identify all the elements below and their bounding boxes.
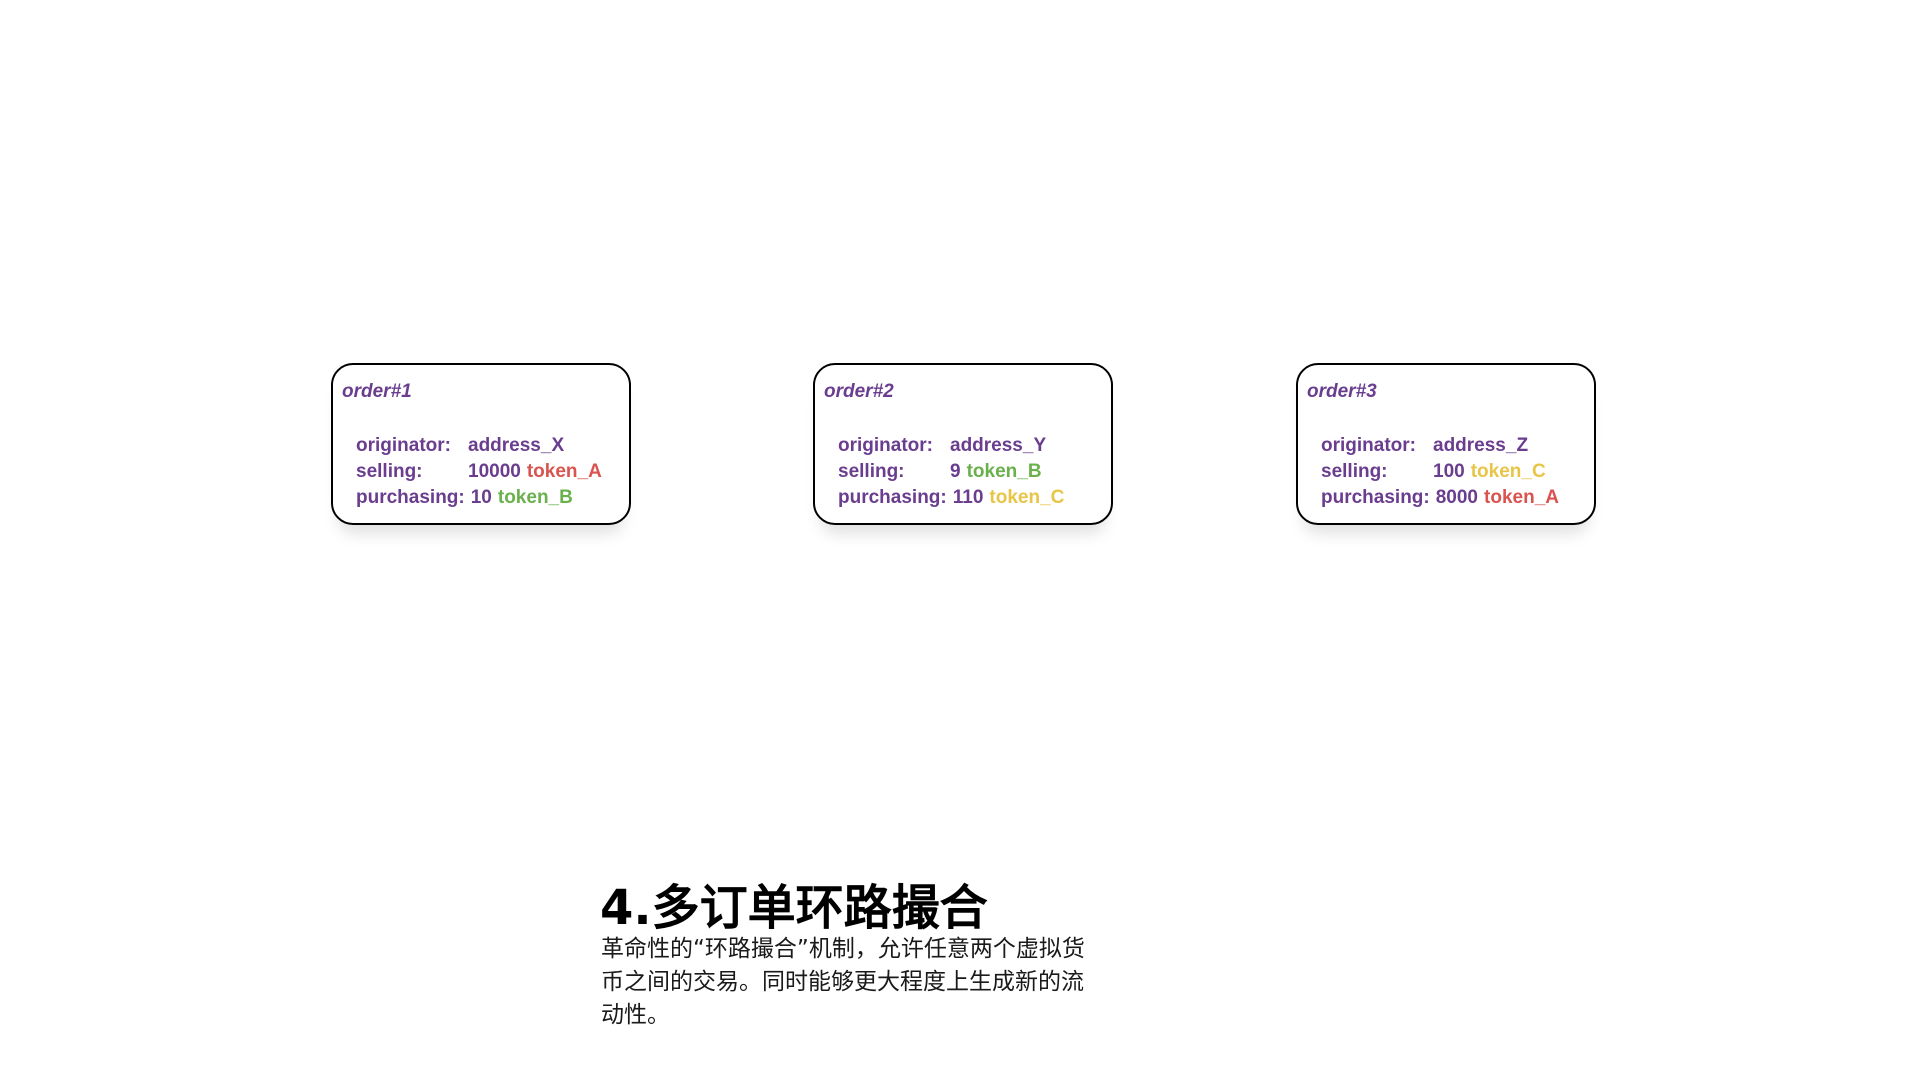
selling-label: selling:	[356, 461, 423, 482]
selling-label: selling:	[1321, 461, 1388, 482]
selling-row: selling: 10000 token_A	[356, 459, 602, 485]
originator-value: address_Y	[950, 435, 1047, 456]
originator-row: originator: address_X	[356, 433, 602, 459]
selling-token: token_B	[966, 461, 1042, 482]
purchasing-amount: 10	[470, 487, 492, 508]
purchasing-row: purchasing: 110 token_C	[838, 485, 1064, 511]
originator-label: originator:	[356, 435, 451, 456]
selling-label: selling:	[838, 461, 905, 482]
originator-value: address_Z	[1433, 435, 1529, 456]
selling-token: token_A	[526, 461, 602, 482]
order-title: order#1	[342, 381, 412, 402]
originator-row: originator: address_Y	[838, 433, 1064, 459]
purchasing-label: purchasing:	[1321, 487, 1430, 508]
selling-row: selling: 100 token_C	[1321, 459, 1559, 485]
order-fields: originator: address_Y selling: 9 token_B…	[838, 433, 1064, 511]
purchasing-token: token_A	[1484, 487, 1559, 508]
originator-label: originator:	[1321, 435, 1416, 456]
order-fields: originator: address_X selling: 10000 tok…	[356, 433, 602, 511]
order-fields: originator: address_Z selling: 100 token…	[1321, 433, 1559, 511]
purchasing-label: purchasing:	[838, 487, 947, 508]
originator-label: originator:	[838, 435, 933, 456]
purchasing-amount: 8000	[1435, 487, 1479, 508]
purchasing-row: purchasing: 8000 token_A	[1321, 485, 1559, 511]
section-description: 革命性的“环路撮合”机制，允许任意两个虚拟货币之间的交易。同时能够更大程度上生成…	[601, 936, 1085, 1028]
originator-row: originator: address_Z	[1321, 433, 1559, 459]
purchasing-token: token_B	[497, 487, 573, 508]
selling-token: token_C	[1470, 461, 1546, 482]
purchasing-label: purchasing:	[356, 487, 465, 508]
purchasing-row: purchasing: 10 token_B	[356, 485, 602, 511]
order-title: order#3	[1307, 381, 1377, 402]
selling-amount: 9	[950, 461, 961, 482]
order-title: order#2	[824, 381, 894, 402]
order-card-3: order#3 originator: address_Z selling: 1…	[1238, 363, 1654, 537]
order-card-1: order#1 originator: address_X selling: 1…	[273, 363, 689, 537]
selling-amount: 100	[1433, 461, 1465, 482]
section-heading: 4.多订单环路撮合	[600, 880, 988, 936]
purchasing-amount: 110	[952, 487, 984, 508]
originator-value: address_X	[468, 435, 565, 456]
purchasing-token: token_C	[989, 487, 1065, 508]
order-card-2: order#2 originator: address_Y selling: 9…	[755, 363, 1171, 537]
selling-row: selling: 9 token_B	[838, 459, 1064, 485]
selling-amount: 10000	[468, 461, 521, 482]
